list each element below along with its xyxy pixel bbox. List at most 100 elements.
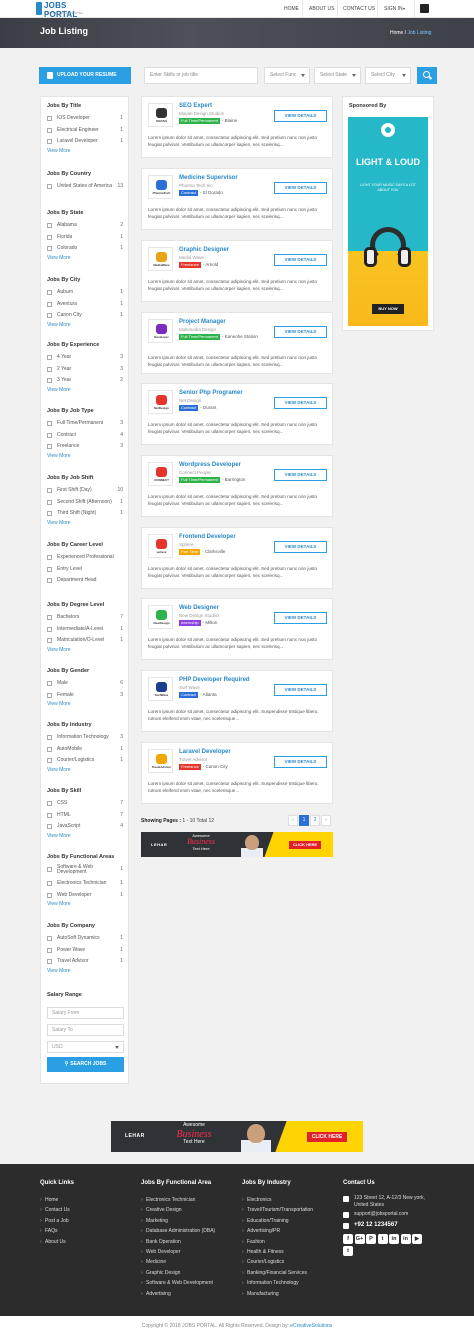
- filter-checkbox[interactable]: [47, 488, 52, 493]
- filter-option[interactable]: Alabama 2: [47, 221, 127, 233]
- filter-checkbox[interactable]: [47, 432, 52, 438]
- view-details-button[interactable]: VIEW DETAILS: [274, 254, 327, 266]
- filter-checkbox[interactable]: [47, 313, 52, 318]
- search-button[interactable]: [417, 67, 437, 84]
- filter-option[interactable]: Aventura 1: [47, 300, 127, 312]
- company-logo[interactable]: Developer: [148, 319, 173, 343]
- filter-checkbox[interactable]: [47, 867, 52, 872]
- filter-checkbox[interactable]: [47, 116, 52, 121]
- select-functional-area[interactable]: Select Func: [264, 67, 310, 84]
- filter-option[interactable]: 3 Year 2: [47, 376, 127, 388]
- filter-option[interactable]: First Shift (Day) 10: [47, 486, 127, 498]
- company-logo[interactable]: CONNECT: [148, 462, 173, 486]
- view-details-button[interactable]: VIEW DETAILS: [274, 469, 327, 481]
- breadcrumb-home[interactable]: Home: [390, 30, 403, 36]
- job-title-link[interactable]: PHP Developer Required: [179, 677, 250, 683]
- view-details-button[interactable]: VIEW DETAILS: [274, 541, 327, 553]
- filter-checkbox[interactable]: [47, 246, 52, 251]
- facebook-icon[interactable]: f: [343, 1234, 353, 1244]
- job-title-link[interactable]: Web Designer: [179, 605, 219, 611]
- footer-industry-link[interactable]: Advertising/PR: [242, 1226, 337, 1236]
- filter-checkbox[interactable]: [47, 892, 52, 898]
- footer-func-link[interactable]: Marketing: [141, 1216, 236, 1226]
- site-logo[interactable]: JOBS PORTAL ONLINE JOBS PORTAL: [36, 1, 96, 19]
- pagination-page-1[interactable]: 1: [299, 815, 309, 826]
- filter-option[interactable]: Electrical Engineer 1: [47, 126, 127, 138]
- job-title-link[interactable]: SEO Expert: [179, 103, 212, 109]
- filter-option[interactable]: Florida 1: [47, 233, 127, 245]
- filter-checkbox[interactable]: [47, 139, 52, 144]
- filter-option[interactable]: Power Wave 1: [47, 946, 127, 958]
- company-logo[interactable]: MediaWave: [148, 247, 173, 271]
- filter-checkbox[interactable]: [47, 355, 52, 360]
- filter-checkbox[interactable]: [47, 746, 52, 752]
- banner-cta[interactable]: CLICK HERE: [289, 841, 321, 849]
- nav-signin[interactable]: SIGN IN: [384, 0, 403, 18]
- filter-option[interactable]: United States of America 13: [47, 182, 127, 194]
- filter-checkbox[interactable]: [47, 758, 52, 763]
- filter-option[interactable]: AutoMobile 1: [47, 745, 127, 757]
- filter-checkbox[interactable]: [47, 301, 52, 307]
- filter-option[interactable]: Male 6: [47, 679, 127, 691]
- filter-option[interactable]: Entry Level: [47, 565, 127, 577]
- filter-option[interactable]: HTML 7: [47, 811, 127, 823]
- company-logo[interactable]: NetDesign: [148, 390, 173, 414]
- select-state[interactable]: Select State: [314, 67, 361, 84]
- filter-checkbox[interactable]: [47, 378, 52, 383]
- filter-option[interactable]: Contract 4: [47, 431, 127, 443]
- footer-func-link[interactable]: Graphic Design: [141, 1268, 236, 1278]
- job-title-link[interactable]: Senior Php Programer: [179, 390, 243, 396]
- filter-checkbox[interactable]: [47, 812, 52, 818]
- nav-about[interactable]: ABOUT US: [309, 0, 334, 18]
- view-details-button[interactable]: VIEW DETAILS: [274, 397, 327, 409]
- linkedin-icon[interactable]: in: [400, 1234, 411, 1244]
- filter-option[interactable]: Experienced Professional: [47, 553, 127, 565]
- nav-home[interactable]: HOME: [284, 0, 299, 18]
- filter-checkbox[interactable]: [47, 936, 52, 941]
- filter-option[interactable]: Web Developer 1: [47, 891, 127, 903]
- footer-industry-link[interactable]: Education/Training: [242, 1216, 337, 1226]
- footer-func-link[interactable]: Bank Operation: [141, 1237, 236, 1247]
- filter-option[interactable]: Information Technology 3: [47, 733, 127, 745]
- ad-buy-button[interactable]: BUY NOW: [372, 304, 404, 314]
- filter-option[interactable]: Courier/Logistics 1: [47, 756, 127, 768]
- filter-option[interactable]: Department Head: [47, 576, 127, 588]
- footer-quick-link[interactable]: Post a Job: [40, 1216, 130, 1226]
- filter-option[interactable]: Electronics Technician 1: [47, 879, 127, 891]
- filter-checkbox[interactable]: [47, 735, 52, 740]
- filter-option[interactable]: Second Shift (Afternoon) 1: [47, 498, 127, 510]
- filter-option[interactable]: Travel Advisor 1: [47, 957, 127, 969]
- keyword-search-input[interactable]: Enter Skills or job title: [144, 67, 258, 84]
- pagination-page-2[interactable]: 2: [310, 815, 320, 826]
- pagination-next[interactable]: ›: [321, 815, 331, 826]
- company-logo[interactable]: sphere: [148, 534, 173, 558]
- job-title-link[interactable]: Frontend Developer: [179, 534, 236, 540]
- search-jobs-button[interactable]: ⚲ SEARCH JOBS: [47, 1057, 124, 1072]
- footer-quick-link[interactable]: About Us: [40, 1237, 130, 1247]
- job-title-link[interactable]: Wordpress Developer: [179, 462, 241, 468]
- view-details-button[interactable]: VIEW DETAILS: [274, 326, 327, 338]
- filter-checkbox[interactable]: [47, 959, 52, 964]
- currency-select[interactable]: USD: [47, 1041, 124, 1053]
- footer-industry-link[interactable]: Courier/Logistics: [242, 1257, 337, 1267]
- job-title-link[interactable]: Medicine Supervisor: [179, 175, 238, 181]
- view-details-button[interactable]: VIEW DETAILS: [274, 110, 327, 122]
- view-details-button[interactable]: VIEW DETAILS: [274, 756, 327, 768]
- instagram-icon[interactable]: in: [389, 1234, 399, 1244]
- filter-option[interactable]: Colorado 1: [47, 244, 127, 256]
- filter-checkbox[interactable]: [47, 947, 52, 953]
- footer-quick-link[interactable]: Home: [40, 1195, 130, 1205]
- filter-option[interactable]: Female 3: [47, 691, 127, 703]
- company-logo[interactable]: SurfWave: [148, 677, 173, 701]
- select-city[interactable]: Select City: [365, 67, 411, 84]
- filter-checkbox[interactable]: [47, 511, 52, 516]
- filter-checkbox[interactable]: [47, 615, 52, 620]
- filter-option[interactable]: CSS 7: [47, 799, 127, 811]
- filter-checkbox[interactable]: [47, 801, 52, 806]
- footer-industry-link[interactable]: Fashion: [242, 1237, 337, 1247]
- filter-checkbox[interactable]: [47, 234, 52, 240]
- ad-banner-large[interactable]: LEHAR Awesome Business Text Here CLICK H…: [111, 1121, 363, 1152]
- filter-option[interactable]: Software & Web Development 1: [47, 865, 127, 879]
- filter-checkbox[interactable]: [47, 290, 52, 295]
- filter-option[interactable]: Auburn 1: [47, 288, 127, 300]
